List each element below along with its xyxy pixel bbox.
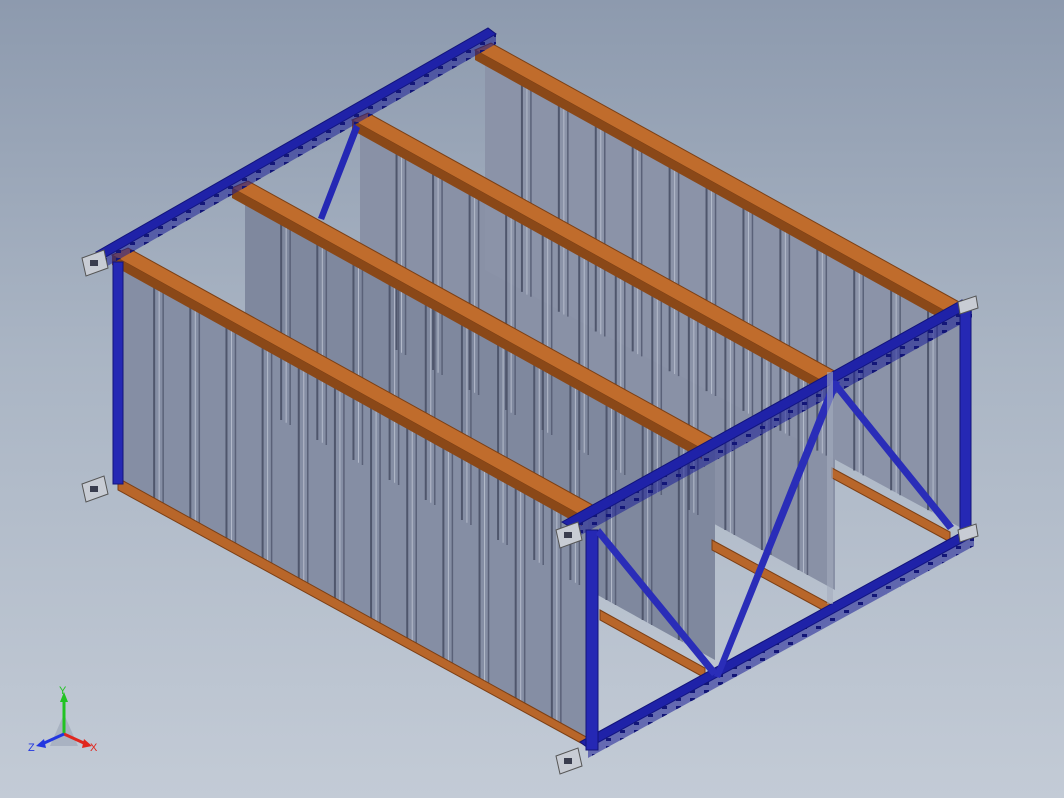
base-plate: [81, 249, 109, 277]
y-axis-label: Y: [59, 685, 67, 697]
rack-model-3d[interactable]: [0, 0, 1064, 798]
x-axis-label: X: [90, 742, 98, 754]
base-plate: [957, 295, 979, 315]
base-plate: [81, 475, 109, 503]
z-axis-label: Z: [28, 742, 35, 754]
graphics-viewport[interactable]: Y X Z: [0, 0, 1064, 798]
base-plate: [555, 747, 583, 775]
z-axis-arrow: [36, 739, 46, 748]
orientation-triad[interactable]: Y X Z: [24, 684, 104, 764]
